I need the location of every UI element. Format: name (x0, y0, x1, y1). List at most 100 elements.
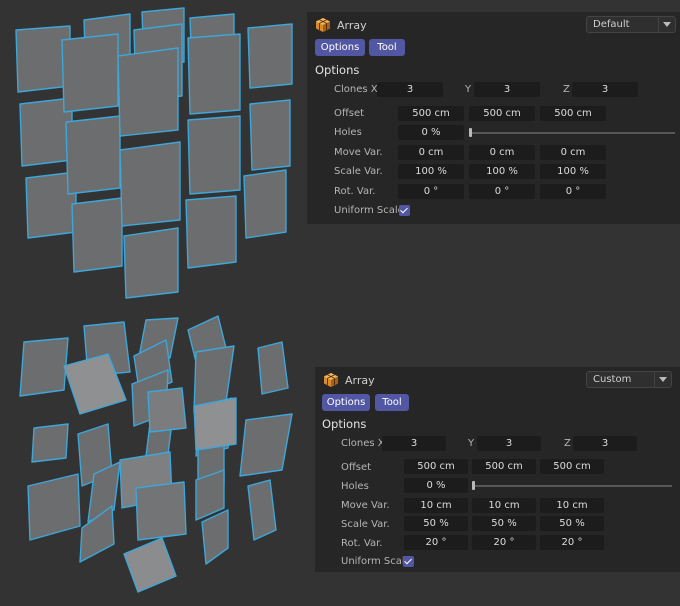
clones-z-field[interactable]: 3 (573, 436, 637, 451)
axis-z-label: Z (563, 84, 570, 95)
tab-options[interactable]: Options (315, 39, 365, 56)
tab-options[interactable]: Options (322, 394, 370, 411)
clone-plane (257, 341, 289, 395)
panel-header: Array Custom (315, 367, 680, 395)
clones-label: Clones X (334, 84, 378, 95)
rot-var-label: Rot. Var. (341, 538, 383, 549)
axis-y-label: Y (468, 438, 475, 449)
uniform-scale-checkbox[interactable] (399, 205, 410, 216)
offset-y-field[interactable]: 500 cm (469, 106, 535, 121)
axis-y-label: Y (465, 84, 472, 95)
clone-plane (187, 33, 241, 115)
scale-x-field[interactable]: 50 % (404, 516, 468, 531)
clones-x-field[interactable]: 3 (382, 436, 446, 451)
array-cube-icon (324, 373, 338, 387)
array-clones-grid-varied (19, 315, 293, 593)
clones-y-field[interactable]: 3 (477, 436, 541, 451)
holes-field[interactable]: 0 % (404, 478, 468, 493)
clone-plane (65, 115, 121, 195)
preset-dropdown[interactable]: Default (586, 16, 676, 33)
chevron-down-icon[interactable] (654, 372, 671, 387)
clone-plane (19, 337, 69, 397)
offset-label: Offset (341, 462, 372, 473)
clone-plane (27, 473, 81, 541)
clone-plane (31, 423, 69, 463)
scale-y-field[interactable]: 50 % (472, 516, 536, 531)
scale-x-field[interactable]: 100 % (398, 164, 464, 179)
clone-plane (117, 47, 179, 137)
uniform-scale-label: Uniform Scale (341, 556, 411, 567)
scale-y-field[interactable]: 100 % (469, 164, 535, 179)
holes-slider-track[interactable] (472, 485, 672, 487)
rot-z-field[interactable]: 20 ° (540, 535, 604, 550)
section-title: Options (322, 417, 367, 431)
clone-plane (119, 141, 181, 227)
offset-y-field[interactable]: 500 cm (472, 459, 536, 474)
chevron-down-icon[interactable] (658, 17, 675, 32)
clone-plane (239, 413, 293, 477)
rot-y-field[interactable]: 0 ° (469, 184, 535, 199)
rot-x-field[interactable]: 0 ° (398, 184, 464, 199)
rot-y-field[interactable]: 20 ° (472, 535, 536, 550)
clone-plane (185, 195, 237, 269)
attributes-panel-default: Array Default Options Tool Options Clone… (307, 12, 680, 224)
object-name: Array (337, 19, 367, 32)
uniform-scale-checkbox[interactable] (403, 556, 414, 567)
axis-z-label: Z (564, 438, 571, 449)
holes-slider-knob[interactable] (472, 481, 475, 490)
uniform-scale-label: Uniform Scale (334, 205, 404, 216)
move-var-label: Move Var. (334, 147, 383, 158)
holes-label: Holes (341, 481, 369, 492)
move-z-field[interactable]: 0 cm (540, 145, 606, 160)
offset-x-field[interactable]: 500 cm (404, 459, 468, 474)
clones-y-field[interactable]: 3 (474, 82, 540, 97)
clone-plane (123, 537, 177, 593)
holes-field[interactable]: 0 % (398, 125, 464, 140)
holes-slider-track[interactable] (469, 132, 675, 134)
move-y-field[interactable]: 0 cm (469, 145, 535, 160)
offset-label: Offset (334, 108, 365, 119)
clone-plane (247, 479, 277, 541)
rot-x-field[interactable]: 20 ° (404, 535, 468, 550)
preset-dropdown[interactable]: Custom (586, 371, 672, 388)
clone-plane (249, 99, 291, 171)
move-y-field[interactable]: 10 cm (472, 498, 536, 513)
clones-z-field[interactable]: 3 (572, 82, 638, 97)
clones-x-field[interactable]: 3 (377, 82, 443, 97)
move-z-field[interactable]: 10 cm (540, 498, 604, 513)
tab-tool[interactable]: Tool (375, 394, 409, 411)
scale-z-field[interactable]: 100 % (540, 164, 606, 179)
clone-plane (247, 23, 293, 89)
holes-label: Holes (334, 127, 362, 138)
object-name: Array (345, 374, 375, 387)
clone-plane (243, 169, 287, 239)
offset-x-field[interactable]: 500 cm (398, 106, 464, 121)
clone-plane (187, 115, 241, 195)
array-cube-icon (316, 18, 330, 32)
clone-plane (71, 197, 123, 273)
attributes-panel-custom: Array Custom Options Tool Options Clones… (315, 367, 680, 572)
rot-z-field[interactable]: 0 ° (540, 184, 606, 199)
offset-z-field[interactable]: 500 cm (540, 459, 604, 474)
clone-plane (193, 397, 237, 451)
clones-label: Clones X (341, 438, 385, 449)
clone-plane (135, 481, 187, 541)
preset-value: Custom (593, 374, 632, 385)
move-x-field[interactable]: 0 cm (398, 145, 464, 160)
move-x-field[interactable]: 10 cm (404, 498, 468, 513)
holes-slider-knob[interactable] (469, 128, 472, 137)
scale-z-field[interactable]: 50 % (540, 516, 604, 531)
array-clones-grid-regular (15, 7, 293, 299)
preset-value: Default (593, 19, 630, 30)
scale-var-label: Scale Var. (334, 166, 383, 177)
rot-var-label: Rot. Var. (334, 186, 376, 197)
scale-var-label: Scale Var. (341, 519, 390, 530)
offset-z-field[interactable]: 500 cm (540, 106, 606, 121)
clone-plane (61, 33, 119, 113)
clone-plane (123, 227, 179, 299)
clone-plane (147, 387, 187, 433)
clone-plane (201, 509, 229, 565)
tab-tool[interactable]: Tool (369, 39, 405, 56)
panel-header: Array Default (307, 12, 680, 40)
move-var-label: Move Var. (341, 500, 390, 511)
